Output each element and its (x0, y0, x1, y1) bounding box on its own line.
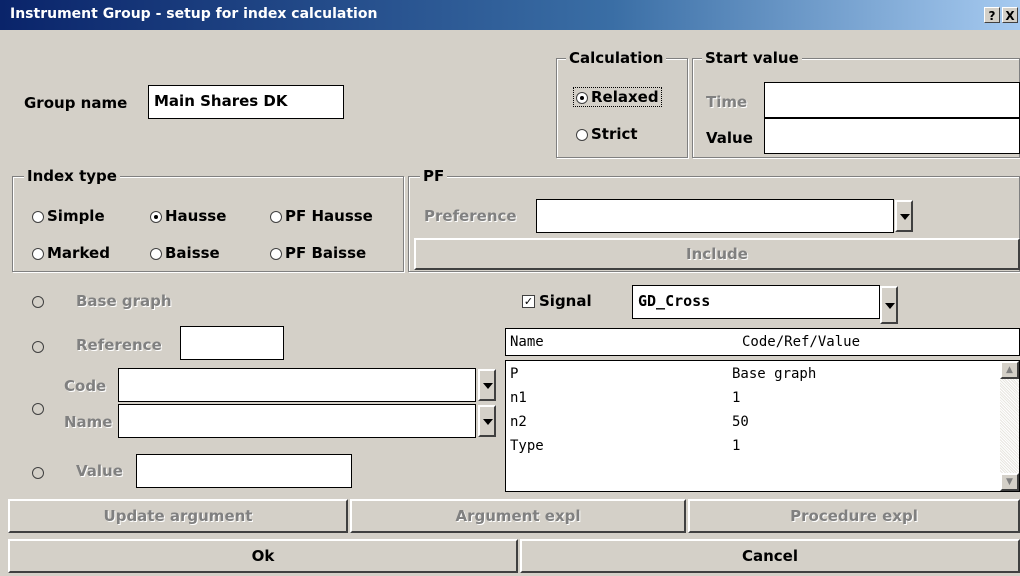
radio-code-name[interactable] (32, 399, 47, 417)
radio-strict-icon (576, 128, 588, 141)
param-table-body[interactable]: P Base graph n1 1 n2 50 Type 1 ▲ ▼ (505, 360, 1020, 492)
index-type-title: Index type (24, 167, 120, 185)
radio-value-icon (32, 466, 44, 479)
column-header-name: Name (510, 334, 544, 350)
group-name-input[interactable]: Main Shares DK (148, 85, 344, 119)
argument-expl-button[interactable]: Argument expl (350, 499, 686, 533)
row-name: n1 (510, 390, 527, 406)
calculation-title: Calculation (566, 49, 667, 67)
reference-label: Reference (76, 336, 162, 354)
row-value: Base graph (732, 366, 817, 382)
row-value: 50 (732, 414, 749, 430)
table-row[interactable]: P Base graph (506, 366, 996, 390)
code-dropdown-icon[interactable] (478, 369, 496, 401)
include-button[interactable]: Include (414, 238, 1020, 270)
radio-pf-hausse-label: PF Hausse (285, 207, 373, 225)
radio-relaxed[interactable]: Relaxed (573, 87, 662, 107)
arg-value-label: Value (76, 462, 123, 480)
title-bar[interactable]: Instrument Group - setup for index calcu… (0, 0, 1020, 30)
signal-label: Signal (539, 292, 592, 310)
radio-marked[interactable]: Marked (32, 244, 110, 262)
radio-hausse-icon (150, 210, 162, 223)
close-button[interactable]: X (1002, 7, 1018, 23)
table-row[interactable]: Type 1 (506, 438, 996, 462)
radio-strict-label: Strict (591, 125, 638, 143)
name-select[interactable] (118, 404, 476, 438)
row-value: 1 (732, 390, 741, 406)
start-value-input[interactable] (764, 118, 1020, 154)
code-label: Code (64, 377, 107, 395)
table-row[interactable]: n2 50 (506, 414, 996, 438)
name-dropdown-icon[interactable] (478, 405, 496, 437)
help-button[interactable]: ? (984, 7, 1000, 23)
cancel-button[interactable]: Cancel (520, 539, 1020, 573)
ok-button[interactable]: Ok (8, 539, 518, 573)
window-title: Instrument Group - setup for index calcu… (10, 6, 378, 22)
radio-pf-hausse-icon (270, 210, 282, 223)
radio-baisse-icon (150, 247, 162, 260)
radio-baisse-label: Baisse (165, 244, 220, 262)
column-header-value: Code/Ref/Value (742, 334, 861, 350)
radio-reference[interactable] (32, 337, 47, 355)
radio-hausse-label: Hausse (165, 207, 227, 225)
name-label: Name (64, 413, 113, 431)
vertical-scrollbar[interactable]: ▲ ▼ (1000, 361, 1019, 491)
update-argument-button[interactable]: Update argument (8, 499, 348, 533)
reference-input[interactable] (180, 326, 284, 360)
radio-pf-baisse-label: PF Baisse (285, 244, 367, 262)
arg-value-input[interactable] (136, 454, 352, 488)
radio-pf-hausse[interactable]: PF Hausse (270, 207, 373, 225)
radio-marked-label: Marked (47, 244, 110, 262)
row-value: 1 (732, 438, 741, 454)
signal-checkbox[interactable]: ✓ Signal (522, 292, 592, 310)
radio-code-name-icon (32, 402, 44, 415)
signal-dropdown-icon[interactable] (880, 286, 898, 324)
radio-marked-icon (32, 247, 44, 260)
radio-pf-baisse-icon (270, 247, 282, 260)
radio-simple-label: Simple (47, 207, 105, 225)
preference-label: Preference (424, 207, 517, 225)
radio-reference-icon (32, 340, 44, 353)
time-input[interactable] (764, 82, 1020, 118)
row-name: n2 (510, 414, 527, 430)
radio-relaxed-icon (576, 91, 588, 104)
calculation-group (556, 58, 688, 158)
radio-relaxed-label: Relaxed (591, 88, 659, 106)
pf-title: PF (420, 167, 448, 185)
code-select[interactable] (118, 368, 476, 402)
group-name-label: Group name (24, 94, 128, 112)
radio-base-graph[interactable] (32, 292, 47, 310)
scroll-down-icon[interactable]: ▼ (1000, 473, 1019, 491)
group-name-value: Main Shares DK (154, 92, 288, 110)
row-name: P (510, 366, 519, 382)
base-graph-label: Base graph (76, 292, 172, 310)
radio-baisse[interactable]: Baisse (150, 244, 220, 262)
radio-hausse[interactable]: Hausse (150, 207, 226, 225)
radio-base-graph-icon (32, 295, 44, 308)
row-name: Type (510, 438, 544, 454)
preference-dropdown-icon[interactable] (895, 200, 913, 232)
radio-simple[interactable]: Simple (32, 207, 105, 225)
time-label: Time (706, 93, 748, 111)
radio-strict[interactable]: Strict (576, 125, 638, 143)
start-value-title: Start value (702, 49, 802, 67)
signal-select[interactable]: GD_Cross (632, 285, 880, 319)
value-label: Value (706, 129, 753, 147)
signal-value: GD_Cross (638, 292, 711, 310)
checkmark-icon: ✓ (522, 295, 535, 308)
procedure-expl-button[interactable]: Procedure expl (688, 499, 1020, 533)
radio-pf-baisse[interactable]: PF Baisse (270, 244, 366, 262)
radio-simple-icon (32, 210, 44, 223)
preference-select[interactable] (536, 199, 894, 233)
scroll-up-icon[interactable]: ▲ (1000, 361, 1019, 379)
table-row[interactable]: n1 1 (506, 390, 996, 414)
radio-value[interactable] (32, 463, 47, 481)
param-table-header: Name Code/Ref/Value (505, 328, 1020, 356)
